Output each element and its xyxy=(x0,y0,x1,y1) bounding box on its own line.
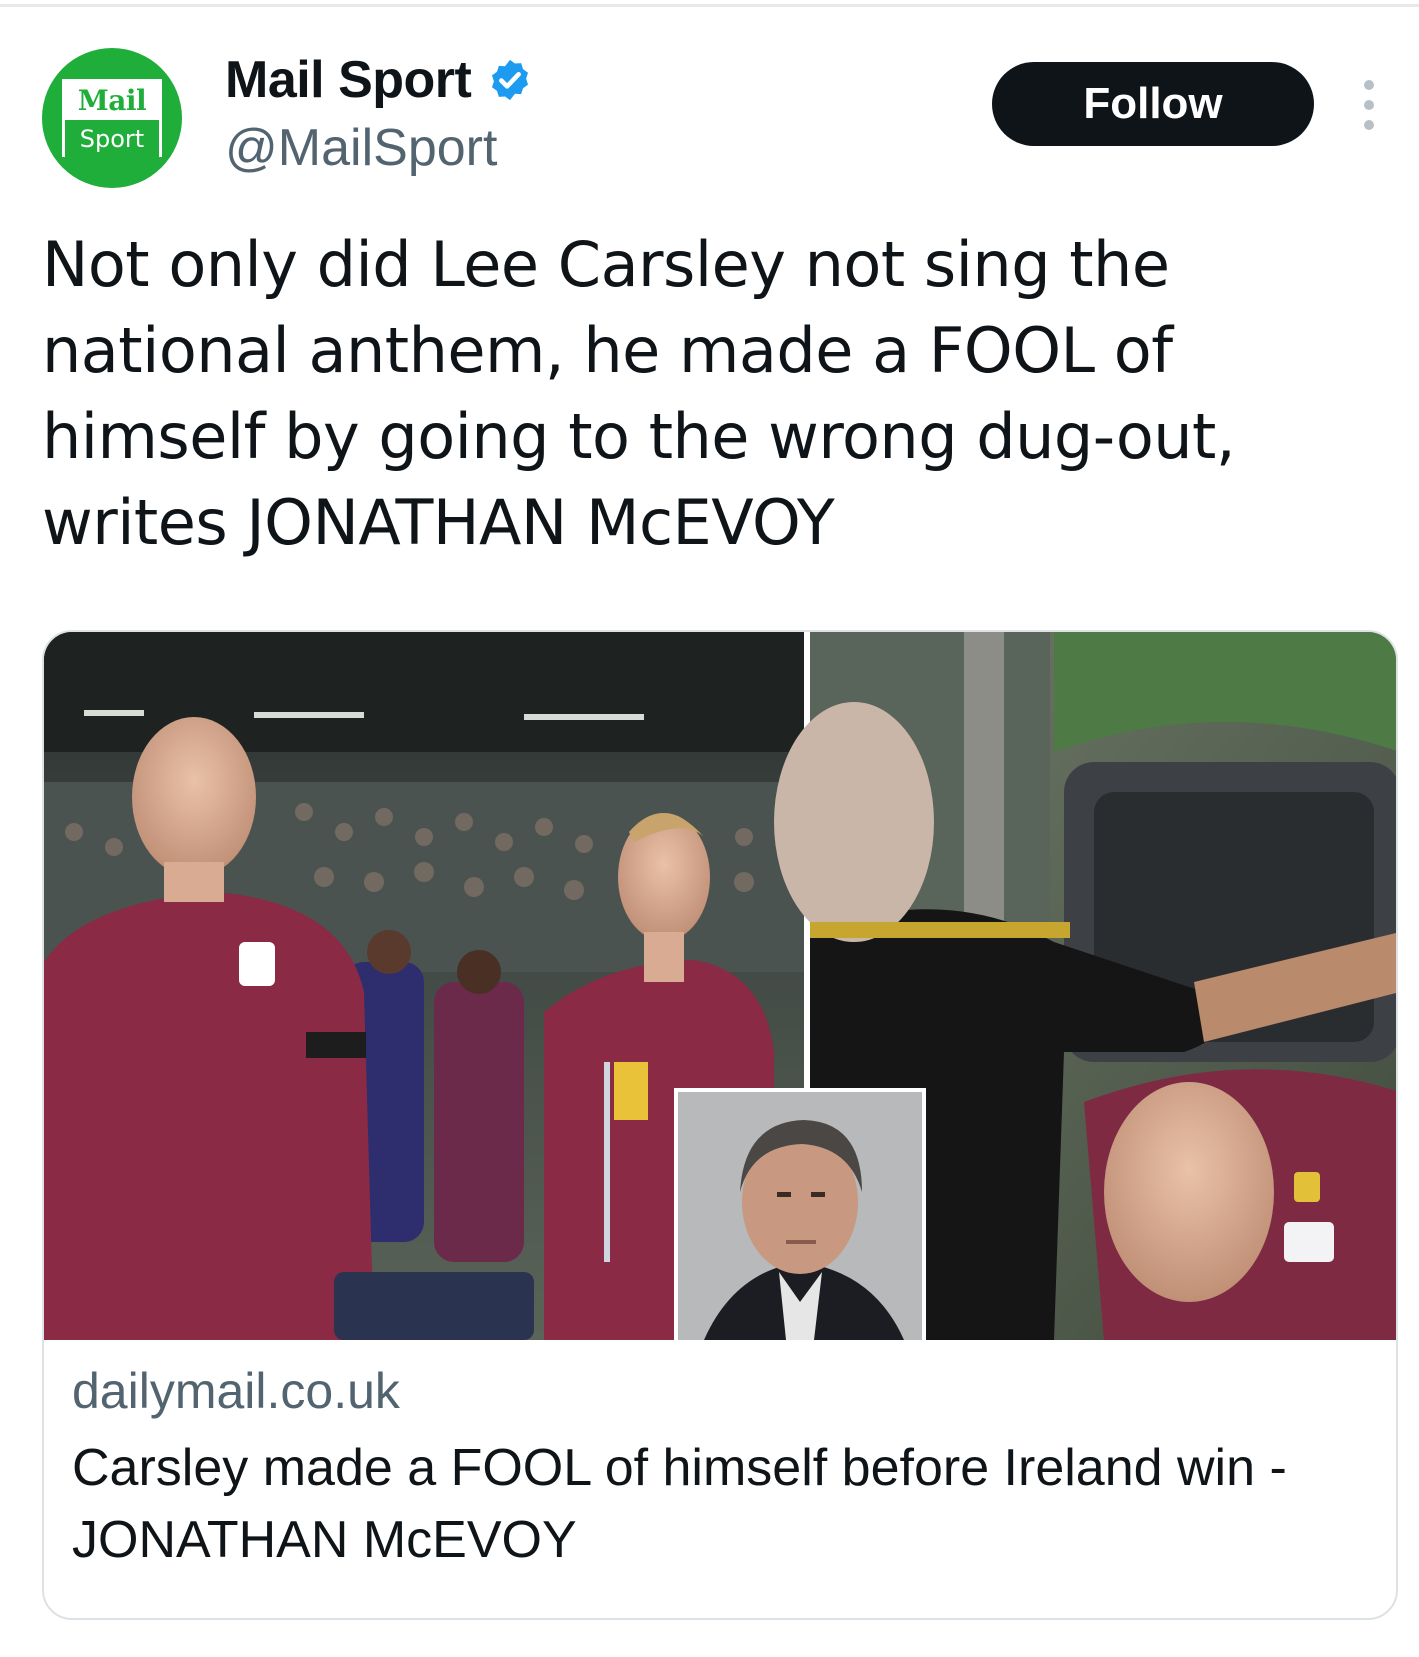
display-name[interactable]: Mail Sport xyxy=(225,50,472,110)
tweet-page: Mail Sport Mail Sport @MailSport Follow … xyxy=(0,0,1419,1657)
more-vertical-icon[interactable] xyxy=(1356,80,1382,130)
follow-button[interactable]: Follow xyxy=(992,62,1314,146)
divider xyxy=(0,4,1419,7)
avatar[interactable]: Mail Sport xyxy=(42,48,182,188)
logo-text-bottom: Sport xyxy=(65,120,159,158)
card-title[interactable]: Carsley made a FOOL of himself before Ir… xyxy=(72,1432,1382,1576)
verified-badge-icon xyxy=(492,59,529,101)
mail-sport-logo: Mail Sport xyxy=(62,79,162,158)
tweet-text: Not only did Lee Carsley not sing the na… xyxy=(42,228,1236,559)
name-row: Mail Sport xyxy=(225,50,533,110)
card-domain[interactable]: dailymail.co.uk xyxy=(72,1362,400,1420)
composite-photo xyxy=(44,632,1396,1340)
logo-text-top: Mail xyxy=(77,84,147,117)
link-card[interactable]: dailymail.co.uk Carsley made a FOOL of h… xyxy=(42,630,1398,1620)
handle[interactable]: @MailSport xyxy=(225,118,497,178)
card-image[interactable] xyxy=(44,632,1396,1340)
